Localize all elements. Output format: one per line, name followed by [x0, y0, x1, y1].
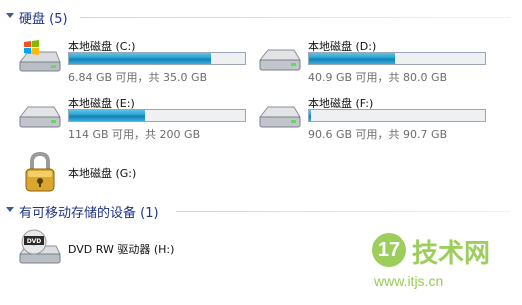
drive-name: 本地磁盘 (G:): [68, 167, 137, 180]
group-title: 硬盘 (5): [19, 11, 68, 27]
usage-bar: [308, 109, 486, 122]
windows-drive-icon: [18, 40, 61, 72]
usage-bar: [68, 52, 246, 65]
watermark: 17 技术网 www.itjs.cn: [372, 229, 512, 297]
usage-bar: [68, 109, 246, 122]
chevron-down-icon[interactable]: [5, 206, 15, 216]
drive-space-info: 40.9 GB 可用，共 80.0 GB: [308, 71, 448, 84]
group-divider: [176, 211, 510, 212]
drive-space-info: 114 GB 可用，共 200 GB: [68, 128, 201, 141]
chevron-down-icon[interactable]: [5, 12, 15, 22]
dvd-drive-icon: DVD: [19, 229, 61, 264]
usage-bar-fill: [69, 53, 211, 64]
hard-drive-icon: [258, 106, 301, 128]
usage-bar: [308, 52, 486, 65]
dvd-badge: DVD: [27, 238, 42, 245]
watermark-logo-text: 技术网: [412, 239, 491, 269]
watermark-logo-badge: 17: [372, 233, 406, 267]
watermark-url: www.itjs.cn: [374, 273, 444, 289]
group-header-removable-storage[interactable]: 有可移动存储的设备 (1): [0, 201, 159, 221]
locked-drive-icon: [25, 151, 55, 192]
usage-bar-fill: [69, 110, 145, 121]
drive-space-info: 90.6 GB 可用，共 90.7 GB: [308, 128, 448, 141]
group-title: 有可移动存储的设备 (1): [19, 205, 159, 221]
usage-bar-fill: [309, 110, 311, 121]
group-header-hard-disks[interactable]: 硬盘 (5): [0, 7, 68, 27]
hard-drive-icon: [258, 49, 301, 71]
drive-name: DVD RW 驱动器 (H:): [68, 243, 175, 256]
group-divider: [80, 17, 510, 18]
hard-drive-icon: [18, 106, 61, 128]
usage-bar-fill: [309, 53, 396, 64]
drive-space-info: 6.84 GB 可用，共 35.0 GB: [68, 71, 208, 84]
